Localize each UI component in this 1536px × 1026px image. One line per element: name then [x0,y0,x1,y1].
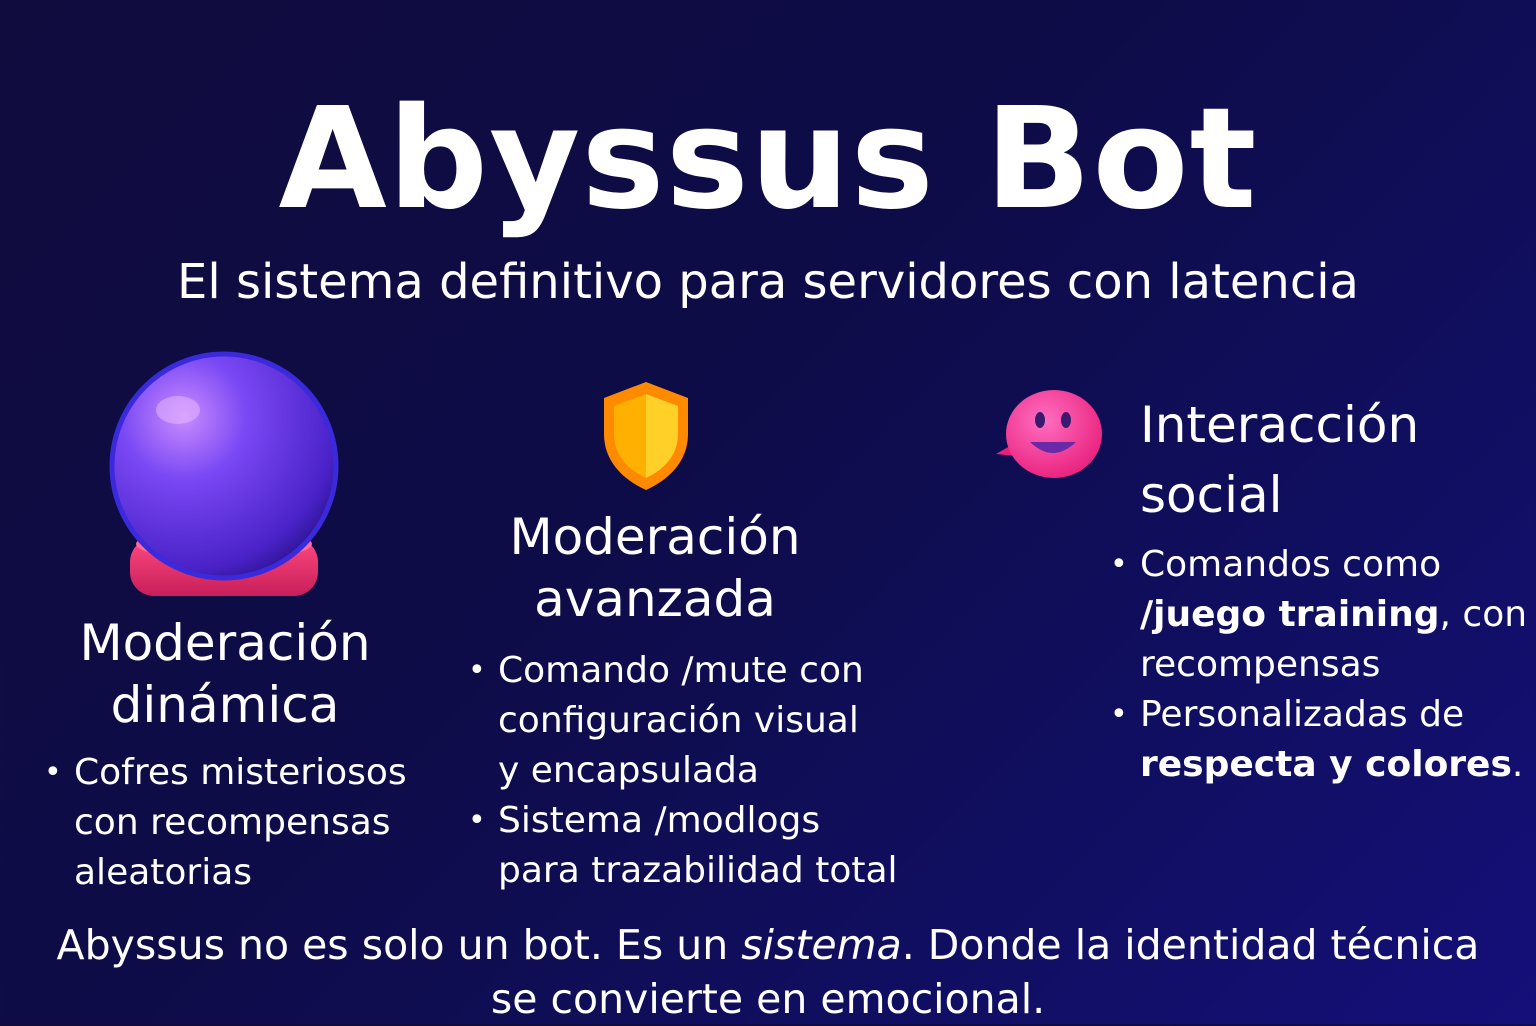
feature-heading-line: dinámica [110,676,340,734]
bullet-item: Sistema /modlogs para trazabilidad total [468,796,938,896]
feature-heading-line: Moderación [79,614,371,672]
bullet-item: Cofres misteriosos con recompensas aleat… [44,748,454,898]
crystal-ball-icon [109,351,339,596]
bullet-item: Comandos como /juego training, con recom… [1110,540,1530,690]
page-title: Abyssus Bot [278,78,1258,241]
shield-icon [604,382,688,490]
bullet-item: Comando /mute con configuración visual y… [468,646,938,796]
bullet-item: Personalizadas de respecta y colores. [1110,690,1530,790]
feature-heading-line: social [1140,466,1283,524]
smiley-speech-bubble-icon [996,390,1102,478]
page-subtitle: El sistema definitivo para servidores co… [177,254,1359,310]
feature-bullets: Comandos como /juego training, con recom… [1110,540,1530,790]
feature-heading-line: Interacción [1140,396,1420,454]
feature-bullets: Comando /mute con configuración visual y… [468,646,938,896]
feature-card-advanced-moderation: Moderación avanzada Comando /mute con co… [460,370,940,910]
feature-heading-line: avanzada [534,570,776,628]
feature-bullets: Cofres misteriosos con recompensas aleat… [44,748,454,898]
feature-card-dynamic-moderation: Moderación dinámica Cofres misteriosos c… [0,340,460,910]
feature-card-social-interaction: Interacción social Comandos como /juego … [990,380,1530,810]
footer-tagline: Abyssus no es solo un bot. Es un sistema… [56,921,1480,1023]
feature-heading-line: Moderación [509,508,801,566]
